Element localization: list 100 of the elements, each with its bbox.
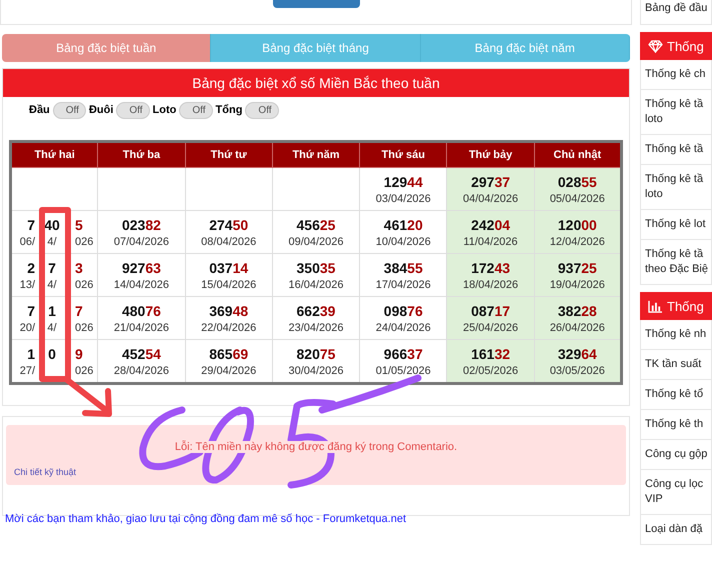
result-date: 08/04/2026 bbox=[200, 236, 258, 248]
result-date: 4/ bbox=[47, 236, 57, 248]
sidebar-item[interactable]: Công cụ gộp bbox=[640, 440, 712, 470]
sidebar-item[interactable]: Thống kê tổ bbox=[640, 380, 712, 410]
result-date: 19/04/2026 bbox=[548, 278, 606, 290]
details-link[interactable]: Chi tiết kỹ thuật bbox=[14, 467, 76, 477]
panel-title: Bảng đặc biệt xổ số Miền Bắc theo tuần bbox=[3, 69, 629, 97]
sidebar-item[interactable]: Loại dàn đặ bbox=[640, 515, 712, 545]
result-date: 026 bbox=[75, 364, 94, 376]
result-date: 13/ bbox=[20, 278, 35, 290]
result-number: 7 bbox=[48, 260, 56, 276]
sidebar-item[interactable]: Thống kê nh bbox=[640, 320, 712, 350]
result-date: 23/04/2026 bbox=[287, 322, 345, 334]
result-number: 5 bbox=[75, 216, 83, 232]
result-date: 27/ bbox=[20, 364, 35, 376]
result-date: 02/05/2026 bbox=[462, 364, 520, 376]
result-date: 21/04/2026 bbox=[112, 322, 170, 334]
result-number: 02855 bbox=[556, 174, 598, 190]
column-header: Thứ ba bbox=[98, 142, 186, 168]
column-header: Thứ sáu bbox=[360, 142, 447, 168]
result-date: 09/04/2026 bbox=[287, 236, 345, 248]
sidebar-item[interactable]: Thống kê tầ theo Đặc Biệ bbox=[640, 240, 712, 285]
result-number: 40 bbox=[44, 216, 60, 232]
result-number: 45625 bbox=[296, 216, 336, 232]
result-date: 03/05/2026 bbox=[548, 364, 606, 376]
result-number: 24204 bbox=[470, 216, 512, 232]
column-header: Thứ tư bbox=[185, 142, 272, 168]
diamond-icon bbox=[648, 40, 663, 52]
result-number: 82075 bbox=[296, 346, 336, 362]
result-date: 4/ bbox=[47, 322, 57, 334]
result-date: 16/04/2026 bbox=[287, 278, 345, 290]
sidebar-item[interactable]: Thống kê lot bbox=[640, 210, 712, 240]
result-number: 32964 bbox=[556, 346, 598, 362]
result-number: 08717 bbox=[470, 302, 512, 318]
result-number: 1 bbox=[27, 346, 35, 362]
result-date: 15/04/2026 bbox=[200, 278, 258, 290]
toggle-switch[interactable]: Off bbox=[245, 102, 279, 118]
result-number: 9 bbox=[75, 346, 83, 362]
result-number: 12944 bbox=[382, 174, 424, 190]
result-number: 46120 bbox=[382, 216, 424, 232]
sidebar-item[interactable]: Thống kê tầ loto bbox=[640, 165, 712, 210]
result-number: 93725 bbox=[556, 260, 598, 276]
result-number: 86569 bbox=[208, 346, 250, 362]
result-number: 7 bbox=[75, 302, 83, 318]
toggle-label: Đầu bbox=[29, 104, 50, 116]
result-number: 7 bbox=[27, 216, 35, 232]
result-date: 22/04/2026 bbox=[200, 322, 258, 334]
toggle-switch[interactable]: Off bbox=[179, 102, 213, 118]
result-number: 66239 bbox=[296, 302, 336, 318]
toggle-label: Loto bbox=[152, 104, 176, 116]
result-number: 35035 bbox=[296, 260, 336, 276]
result-number: 92763 bbox=[120, 260, 162, 276]
forum-link[interactable]: Mời các bạn tham khảo, giao lưu tại cộng đồng đam mê số học - Forumketqua.net bbox=[3, 513, 629, 525]
result-date: 20/ bbox=[20, 322, 35, 334]
sidebar-item[interactable]: Công cụ lọc VIP bbox=[640, 470, 712, 515]
column-header: Thứ năm bbox=[272, 142, 360, 168]
result-date: 07/04/2026 bbox=[112, 236, 170, 248]
error-message: Lỗi: Tên miền này không được đăng ký trong Comentario. bbox=[174, 441, 458, 453]
result-date: 25/04/2026 bbox=[462, 322, 520, 334]
sidebar-item[interactable]: Thống kê th bbox=[640, 410, 712, 440]
result-number: 29737 bbox=[470, 174, 512, 190]
result-number: 16132 bbox=[470, 346, 512, 362]
result-number: 1 bbox=[48, 302, 56, 318]
bar-chart-icon bbox=[648, 300, 663, 312]
result-date: 28/04/2026 bbox=[112, 364, 170, 376]
column-header: Thứ hai bbox=[10, 142, 98, 168]
result-number: 36948 bbox=[208, 302, 250, 318]
result-date: 06/ bbox=[20, 236, 35, 248]
result-number: 45254 bbox=[120, 346, 162, 362]
result-date: 18/04/2026 bbox=[462, 278, 520, 290]
column-header: Chủ nhật bbox=[534, 142, 622, 168]
sidebar-header: Thống bbox=[640, 292, 712, 320]
sidebar-item[interactable]: Thống kê ch bbox=[640, 60, 712, 90]
result-number: 09876 bbox=[382, 302, 424, 318]
result-date: 26/04/2026 bbox=[548, 322, 606, 334]
sidebar-item[interactable]: TK tần suất bbox=[640, 350, 712, 380]
result-date: 01/05/2026 bbox=[374, 364, 432, 376]
result-date: 4/ bbox=[47, 278, 57, 290]
result-date: 29/04/2026 bbox=[200, 364, 258, 376]
result-date: 24/04/2026 bbox=[374, 322, 432, 334]
toggle-label: Đuôi bbox=[88, 104, 114, 116]
result-date: 05/04/2026 bbox=[548, 192, 606, 204]
result-date: 026 bbox=[75, 322, 94, 334]
toggle-switch[interactable]: Off bbox=[52, 102, 86, 118]
primary-button[interactable] bbox=[272, 0, 360, 8]
result-number: 38228 bbox=[556, 302, 598, 318]
sidebar-item[interactable]: Thống kê tầ loto bbox=[640, 90, 712, 135]
result-number: 0 bbox=[48, 346, 56, 362]
sidebar-item[interactable]: Bảng đề đầu bbox=[640, 0, 712, 25]
result-date: 03/04/2026 bbox=[374, 192, 432, 204]
result-number: 48076 bbox=[120, 302, 162, 318]
result-number: 3 bbox=[75, 260, 83, 276]
result-number: 03714 bbox=[208, 260, 250, 276]
result-date: 04/04/2026 bbox=[462, 192, 520, 204]
sidebar-item[interactable]: Thống kê tầ bbox=[640, 135, 712, 165]
column-header: Thứ bảy bbox=[446, 142, 534, 168]
result-number: 96637 bbox=[382, 346, 424, 362]
result-date: 30/04/2026 bbox=[287, 364, 345, 376]
toggle-switch[interactable]: Off bbox=[116, 102, 150, 118]
result-date: 14/04/2026 bbox=[112, 278, 170, 290]
